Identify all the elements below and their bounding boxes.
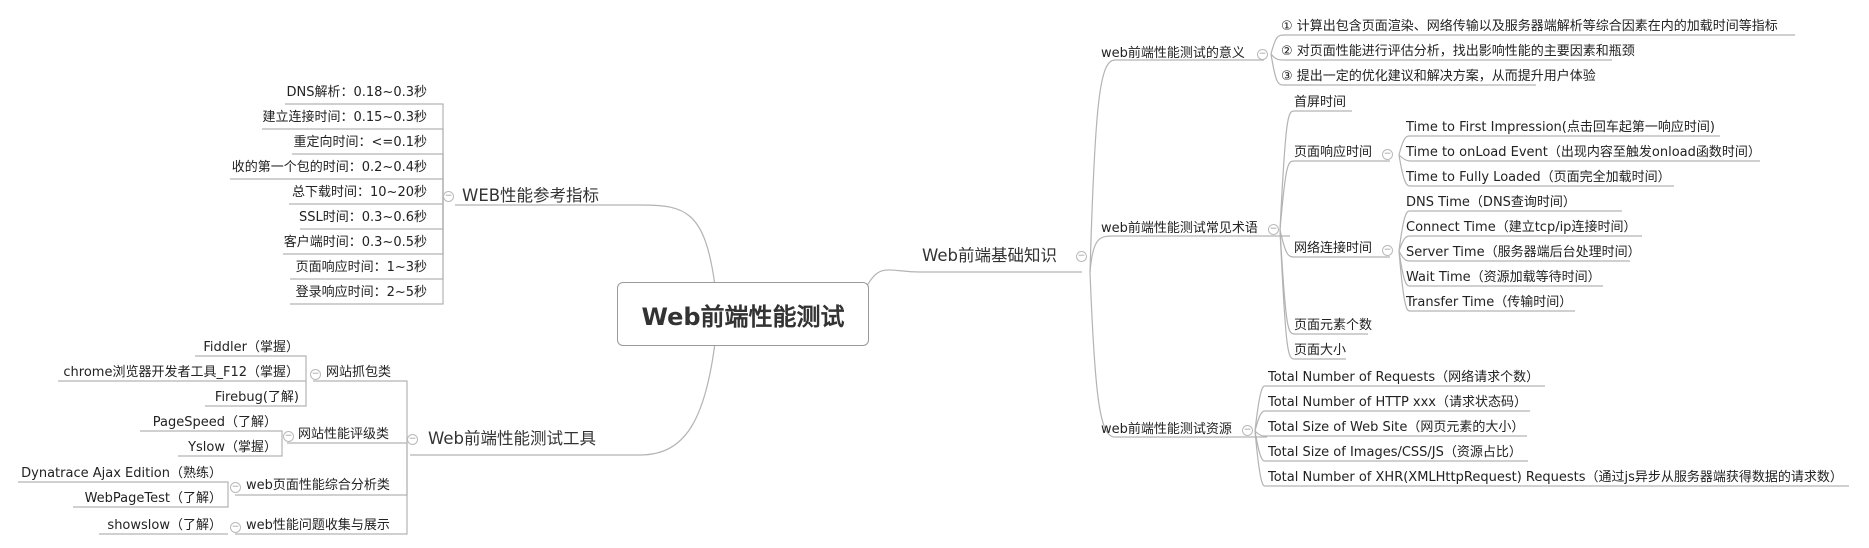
mind-map-canvas: Web前端性能测试 Web前端基础知识 − WEB性能参考指标 − Web前端性…: [0, 0, 1869, 548]
meaning-item-3[interactable]: ③ 提出一定的优化建议和解决方案，从而提升用户体验: [1281, 69, 1596, 85]
network-item-3[interactable]: Server Time（服务器端后台处理时间）: [1406, 245, 1641, 261]
metric-item-6[interactable]: SSL时间：0.3~0.6秒: [299, 210, 427, 226]
meaning-item-2[interactable]: ② 对页面性能进行评估分析，找出影响性能的主要因素和瓶颈: [1281, 44, 1635, 60]
collapse-toggle-resources[interactable]: −: [1242, 425, 1253, 436]
capture-item-2[interactable]: chrome浏览器开发者工具_F12（掌握）: [63, 365, 299, 381]
term-page-response[interactable]: 页面响应时间: [1294, 145, 1372, 161]
page-response-item-3[interactable]: Time to Fully Loaded（页面完全加载时间）: [1406, 170, 1671, 186]
branch-tools[interactable]: Web前端性能测试工具: [428, 429, 596, 449]
term-network[interactable]: 网络连接时间: [1294, 241, 1372, 257]
resource-item-2[interactable]: Total Number of HTTP xxx（请求状态码）: [1268, 395, 1527, 411]
metric-item-9[interactable]: 登录响应时间：2~5秒: [296, 285, 427, 301]
capture-item-3[interactable]: Firebug(了解): [215, 390, 299, 406]
network-item-1[interactable]: DNS Time（DNS查询时间）: [1406, 195, 1576, 211]
metric-item-3[interactable]: 重定向时间：<=0.1秒: [294, 135, 427, 151]
capture-item-1[interactable]: Fiddler（掌握）: [203, 340, 299, 356]
term-first-screen[interactable]: 首屏时间: [1294, 95, 1346, 111]
metric-item-1[interactable]: DNS解析：0.18~0.3秒: [287, 85, 428, 101]
tools-analysis[interactable]: web页面性能综合分析类: [246, 478, 390, 494]
page-response-item-1[interactable]: Time to First Impression(点击回车起第一响应时间): [1406, 120, 1715, 136]
metric-item-8[interactable]: 页面响应时间：1~3秒: [296, 260, 427, 276]
meaning-item-1[interactable]: ① 计算出包含页面渲染、网络传输以及服务器端解析等综合因素在内的加载时间等指标: [1281, 19, 1778, 35]
term-page-size[interactable]: 页面大小: [1294, 343, 1346, 359]
metric-item-4[interactable]: 收的第一个包的时间：0.2~0.4秒: [232, 160, 427, 176]
network-item-5[interactable]: Transfer Time（传输时间）: [1406, 295, 1572, 311]
network-item-2[interactable]: Connect Time（建立tcp/ip连接时间）: [1406, 220, 1636, 236]
collapse-toggle-page-response[interactable]: −: [1382, 149, 1393, 160]
node-terms[interactable]: web前端性能测试常见术语: [1101, 221, 1258, 237]
collect-item-1[interactable]: showslow（了解）: [107, 518, 222, 534]
page-response-item-2[interactable]: Time to onLoad Event（出现内容至触发onload函数时间）: [1406, 145, 1761, 161]
tools-rating[interactable]: 网站性能评级类: [298, 427, 389, 443]
analysis-item-1[interactable]: Dynatrace Ajax Edition（熟练）: [21, 466, 222, 482]
collapse-toggle-metrics[interactable]: −: [443, 191, 454, 202]
root-node[interactable]: Web前端性能测试: [617, 282, 869, 346]
collapse-toggle-terms[interactable]: −: [1268, 224, 1279, 235]
collapse-toggle-tools[interactable]: −: [407, 434, 418, 445]
resource-item-4[interactable]: Total Size of Images/CSS/JS（资源占比）: [1268, 445, 1522, 461]
branch-metrics[interactable]: WEB性能参考指标: [462, 186, 599, 206]
node-meaning[interactable]: web前端性能测试的意义: [1101, 46, 1245, 62]
collapse-toggle-capture[interactable]: −: [310, 369, 321, 380]
term-element-count[interactable]: 页面元素个数: [1294, 318, 1372, 334]
resource-item-3[interactable]: Total Size of Web Site（网页元素的大小）: [1268, 420, 1524, 436]
collapse-toggle-basics[interactable]: −: [1076, 251, 1087, 262]
collapse-toggle-collect[interactable]: −: [230, 522, 241, 533]
collapse-toggle-network[interactable]: −: [1382, 245, 1393, 256]
rating-item-1[interactable]: PageSpeed（了解）: [153, 415, 277, 431]
network-item-4[interactable]: Wait Time（资源加载等待时间）: [1406, 270, 1601, 286]
tools-collect[interactable]: web性能问题收集与展示: [246, 518, 390, 534]
metric-item-2[interactable]: 建立连接时间：0.15~0.3秒: [262, 110, 427, 126]
rating-item-2[interactable]: Yslow（掌握）: [188, 440, 277, 456]
branch-basics[interactable]: Web前端基础知识: [922, 246, 1057, 266]
metric-item-7[interactable]: 客户端时间：0.3~0.5秒: [284, 235, 427, 251]
collapse-toggle-meaning[interactable]: −: [1257, 49, 1268, 60]
resource-item-1[interactable]: Total Number of Requests（网络请求个数）: [1268, 370, 1539, 386]
tools-capture[interactable]: 网站抓包类: [326, 365, 391, 381]
collapse-toggle-rating[interactable]: −: [283, 431, 294, 442]
root-title: Web前端性能测试: [641, 302, 845, 331]
analysis-item-2[interactable]: WebPageTest（了解）: [85, 491, 222, 507]
node-resources[interactable]: web前端性能测试资源: [1101, 422, 1232, 438]
collapse-toggle-analysis[interactable]: −: [230, 482, 241, 493]
metric-item-5[interactable]: 总下载时间：10~20秒: [292, 185, 427, 201]
resource-item-5[interactable]: Total Number of XHR(XMLHttpRequest) Requ…: [1268, 470, 1843, 486]
